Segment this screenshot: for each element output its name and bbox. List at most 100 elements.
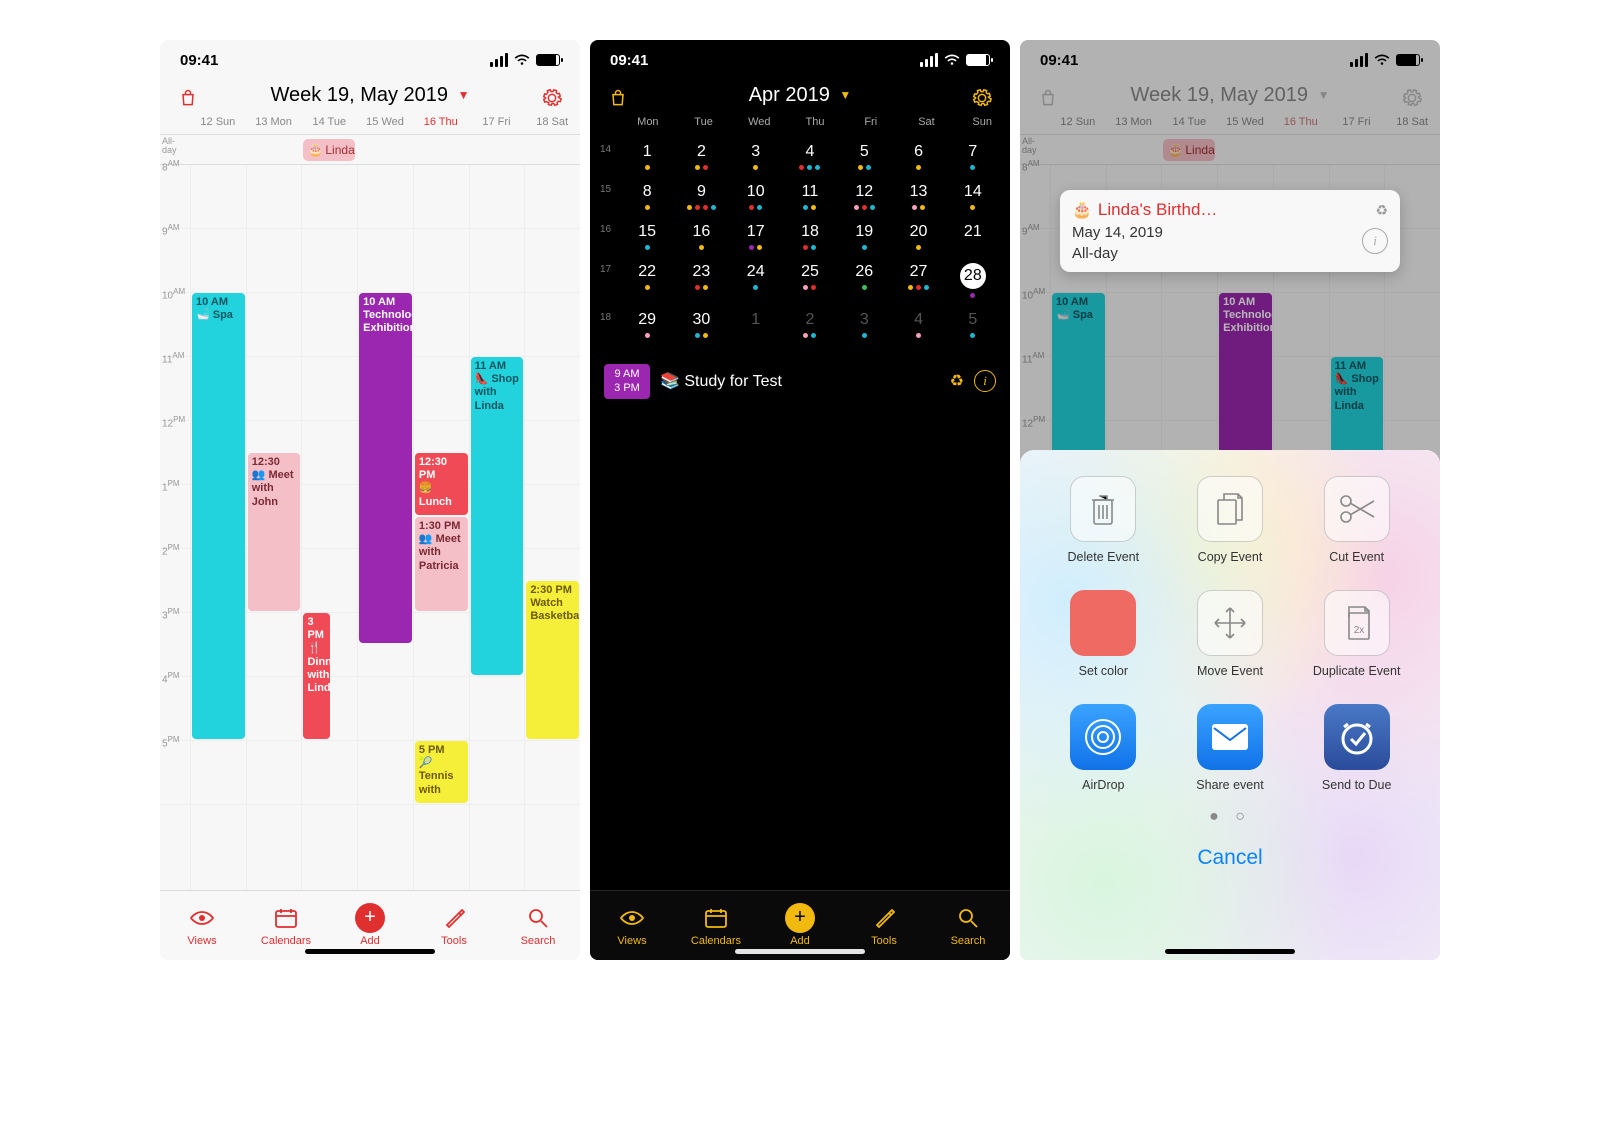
month-day[interactable]: 21	[946, 218, 1000, 258]
day-header-cell[interactable]: 13 Mon	[246, 116, 302, 128]
popover-date: May 14, 2019	[1072, 224, 1352, 241]
battery-icon	[536, 54, 560, 66]
event-basket[interactable]: 2:30 PMWatchBasketball	[526, 581, 579, 739]
action-mail[interactable]: Share event	[1167, 704, 1294, 792]
chevron-down-icon: ▼	[839, 88, 851, 102]
month-day[interactable]: 4	[783, 138, 837, 178]
month-day[interactable]: 28	[946, 258, 1000, 306]
wifi-icon	[944, 54, 960, 66]
day-header-cell[interactable]: 17 Fri	[469, 116, 525, 128]
header: Apr 2019 ▼	[590, 80, 1010, 112]
month-day[interactable]: 23	[674, 258, 728, 306]
status-bar: 09:41	[160, 40, 580, 80]
month-day[interactable]: 26	[837, 258, 891, 306]
agenda-row[interactable]: 9 AM3 PM 📚 Study for Test ♻ i	[590, 356, 1010, 407]
title[interactable]: Apr 2019 ▼	[749, 84, 852, 106]
day-header-cell[interactable]: 18 Sat	[524, 116, 580, 128]
action-copy[interactable]: Copy Event	[1167, 476, 1294, 564]
action-move[interactable]: Move Event	[1167, 590, 1294, 678]
month-day[interactable]: 3	[729, 138, 783, 178]
month-day[interactable]: 17	[729, 218, 783, 258]
month-day[interactable]: 3	[837, 306, 891, 346]
month-day[interactable]: 10	[729, 178, 783, 218]
week-number: 17	[600, 258, 620, 306]
month-day[interactable]: 5	[946, 306, 1000, 346]
home-indicator	[1165, 949, 1295, 954]
action-trash[interactable]: Delete Event	[1040, 476, 1167, 564]
info-icon[interactable]: i	[974, 370, 996, 392]
month-day[interactable]: 25	[783, 258, 837, 306]
event-patricia[interactable]: 1:30 PM👥 MeetwithPatricia	[415, 517, 468, 611]
month-day[interactable]: 6	[891, 138, 945, 178]
month-day[interactable]: 20	[891, 218, 945, 258]
event-tech[interactable]: 10 AMTechnologyExhibition	[359, 293, 412, 643]
toolbar-views[interactable]: Views	[590, 891, 674, 960]
action-dup[interactable]: 2xDuplicate Event	[1293, 590, 1420, 678]
svg-text:2x: 2x	[1353, 625, 1364, 636]
action-color[interactable]: Set color	[1040, 590, 1167, 678]
month-day[interactable]: 12	[837, 178, 891, 218]
gear-icon[interactable]	[538, 84, 566, 112]
month-day[interactable]: 27	[891, 258, 945, 306]
day-header-cell[interactable]: 14 Tue	[301, 116, 357, 128]
gear-icon[interactable]	[968, 84, 996, 112]
cancel-button[interactable]: Cancel	[1020, 832, 1440, 892]
month-day[interactable]: 13	[891, 178, 945, 218]
toolbar-views[interactable]: Views	[160, 891, 244, 960]
clock: 09:41	[180, 52, 218, 69]
action-airdrop[interactable]: AirDrop	[1040, 704, 1167, 792]
cake-icon: 🎂	[1072, 200, 1092, 220]
day-header: 12 Sun13 Mon14 Tue15 Wed16 Thu17 Fri18 S…	[160, 112, 580, 134]
event-spa[interactable]: 10 AM🛁 Spa	[192, 293, 245, 739]
month-day[interactable]: 24	[729, 258, 783, 306]
month-day[interactable]: 15	[620, 218, 674, 258]
month-day[interactable]: 16	[674, 218, 728, 258]
bag-icon[interactable]	[604, 84, 632, 112]
month-day[interactable]: 1	[729, 306, 783, 346]
status-bar: 09:41	[590, 40, 1010, 80]
week-grid[interactable]: All-day 🎂 Linda 8AM9AM10AM11AM12PM1PM2PM…	[160, 134, 580, 890]
month-day[interactable]: 18	[783, 218, 837, 258]
day-header-cell[interactable]: 16 Thu	[413, 116, 469, 128]
day-header-cell[interactable]: 12 Sun	[190, 116, 246, 128]
month-day[interactable]: 1	[620, 138, 674, 178]
month-day[interactable]: 19	[837, 218, 891, 258]
month-grid[interactable]: 1412345671589101112131416151617181920211…	[590, 134, 1010, 356]
month-day[interactable]: 5	[837, 138, 891, 178]
month-day[interactable]: 29	[620, 306, 674, 346]
action-due[interactable]: Send to Due	[1293, 704, 1420, 792]
popover-duration: All-day	[1072, 245, 1352, 262]
event-dinner[interactable]: 3 PM🍴 DinnerwithLinda	[303, 613, 329, 739]
action-scissors[interactable]: Cut Event	[1293, 476, 1420, 564]
day-header-cell[interactable]: 15 Wed	[357, 116, 413, 128]
month-day[interactable]: 9	[674, 178, 728, 218]
month-day[interactable]: 8	[620, 178, 674, 218]
month-day[interactable]: 4	[891, 306, 945, 346]
page-indicator: ● ○	[1020, 802, 1440, 832]
event-lunch[interactable]: 12:30 PM🍔 Lunch	[415, 453, 468, 515]
week-number: 15	[600, 178, 620, 218]
allday-event-linda[interactable]: 🎂 Linda	[303, 139, 355, 161]
info-icon[interactable]: i	[1362, 228, 1388, 254]
battery-icon	[966, 54, 990, 66]
chevron-down-icon: ▼	[458, 88, 470, 102]
month-day[interactable]: 2	[674, 138, 728, 178]
dow-cell: Mon	[620, 116, 676, 128]
title[interactable]: Week 19, May 2019 ▼	[271, 84, 470, 106]
toolbar-search[interactable]: Search	[926, 891, 1010, 960]
month-day[interactable]: 7	[946, 138, 1000, 178]
event-meet_john[interactable]: 12:30👥 MeetwithJohn	[248, 453, 301, 611]
action-sheet: Delete EventCopy EventCut Event Set color…	[1020, 450, 1440, 960]
event-shop[interactable]: 11 AM👠 ShopwithLinda	[471, 357, 524, 675]
toolbar-search[interactable]: Search	[496, 891, 580, 960]
agenda-time: 9 AM3 PM	[604, 364, 650, 399]
month-day[interactable]: 14	[946, 178, 1000, 218]
bag-icon[interactable]	[174, 84, 202, 112]
month-day[interactable]: 11	[783, 178, 837, 218]
dow-header: MonTueWedThuFriSatSun	[590, 112, 1010, 134]
event-tennis[interactable]: 5 PM🎾 Tenniswith	[415, 741, 468, 803]
month-day[interactable]: 30	[674, 306, 728, 346]
month-day[interactable]: 22	[620, 258, 674, 306]
dow-cell: Wed	[731, 116, 787, 128]
month-day[interactable]: 2	[783, 306, 837, 346]
